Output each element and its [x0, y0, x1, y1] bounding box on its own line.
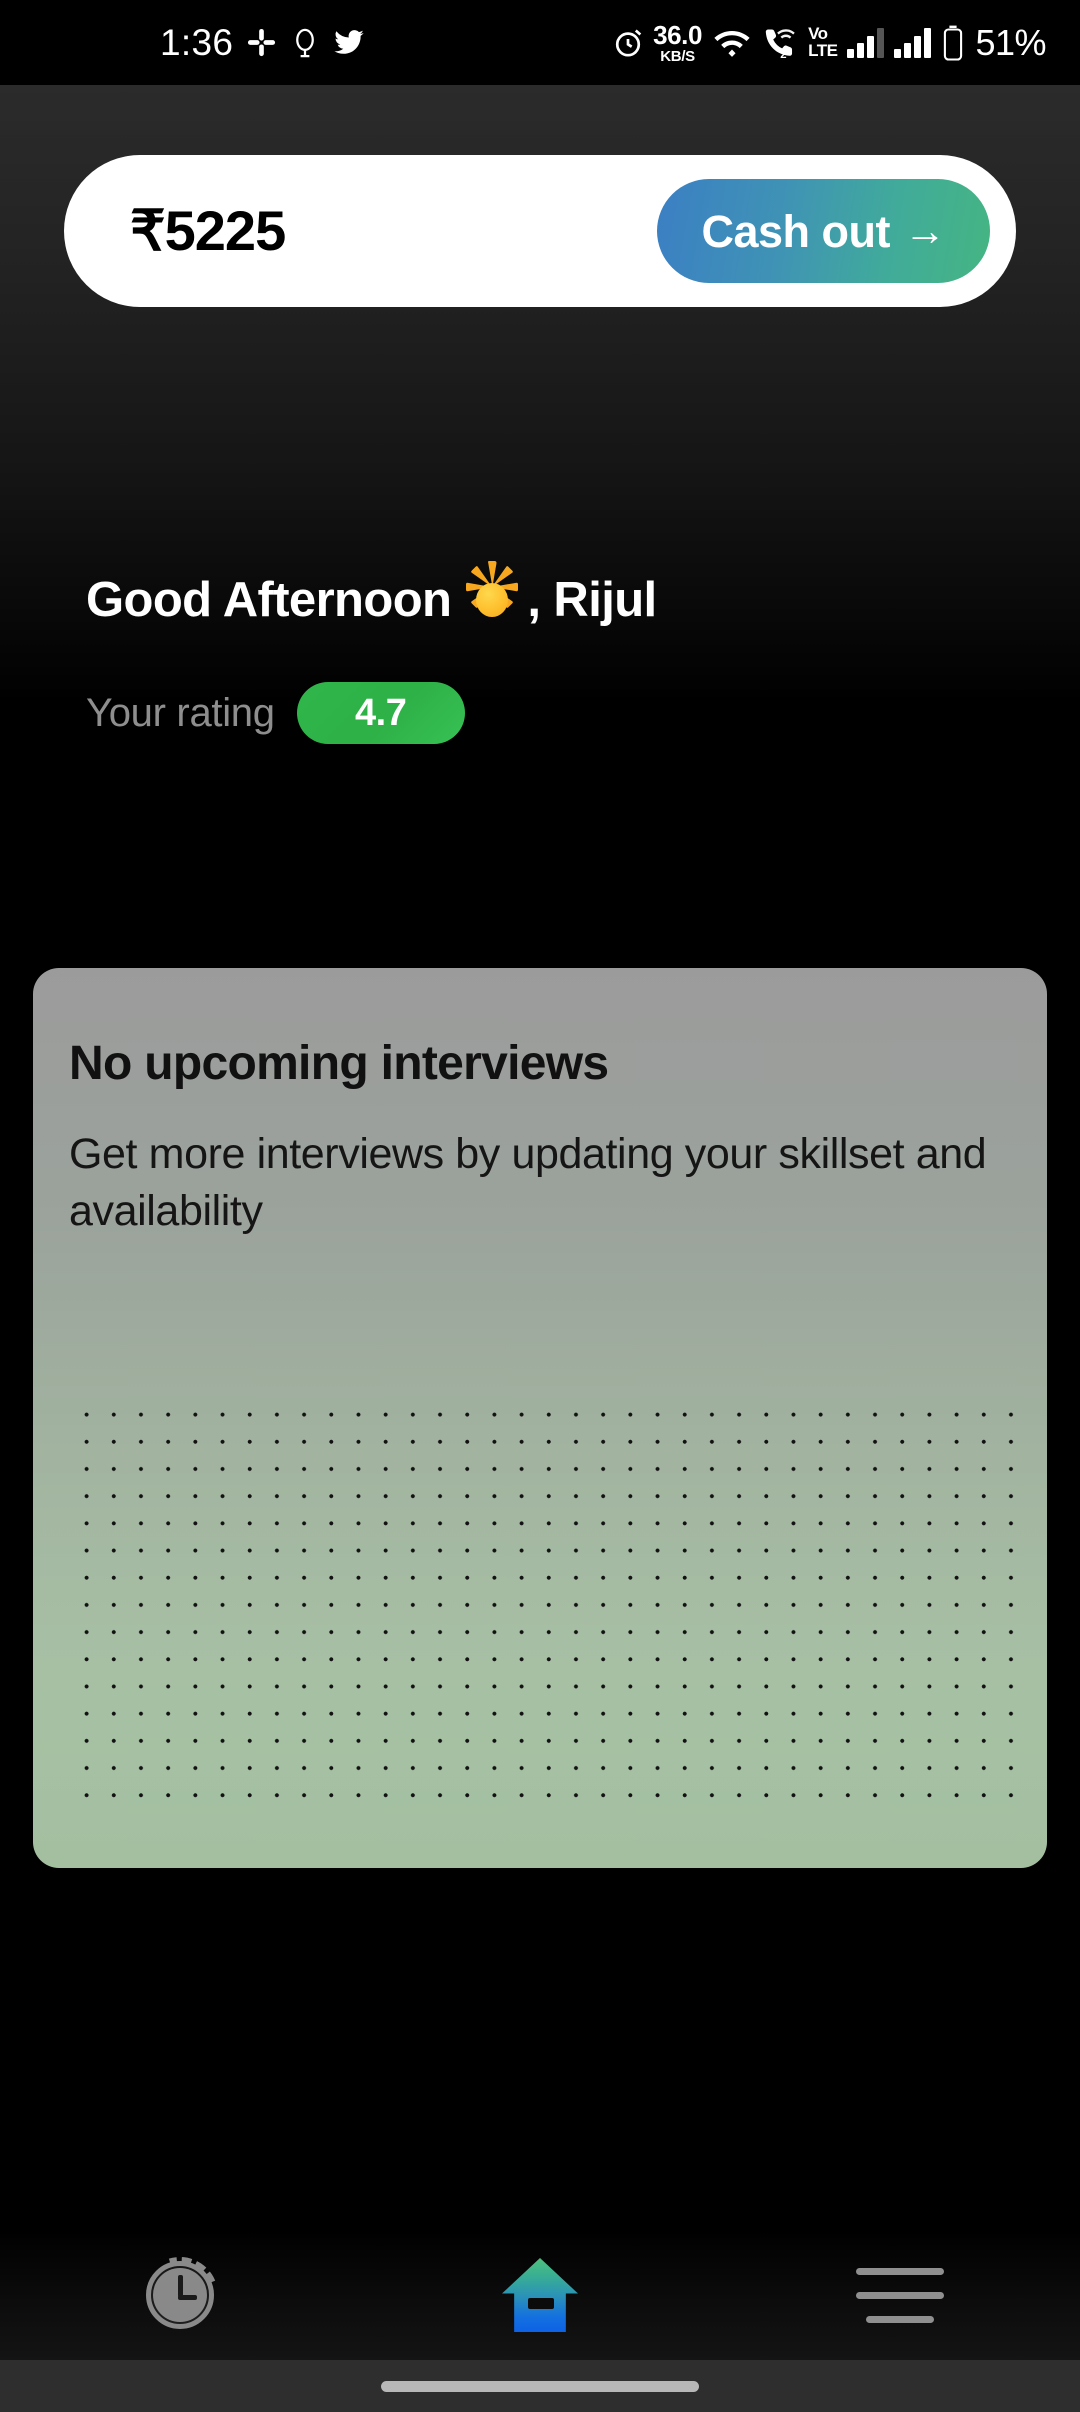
- app-screen: 1:36 36.0 KB/S 2 Vo LTE 51% ₹5225 Cash o…: [0, 0, 1080, 2412]
- alarm-clock-icon: [611, 26, 645, 60]
- nav-item-history[interactable]: [0, 2230, 360, 2360]
- sun-emoji: [465, 561, 519, 627]
- signal-bars-icon-sim1: [847, 27, 885, 58]
- card-title: No upcoming interviews: [69, 1037, 609, 1090]
- battery-icon: [941, 25, 965, 61]
- status-bar: 1:36 36.0 KB/S 2 Vo LTE 51%: [0, 0, 1080, 85]
- twitter-icon: [333, 27, 365, 59]
- network-speed: 36.0 KB/S: [653, 22, 702, 64]
- battery-percent: 51%: [975, 21, 1046, 63]
- hamburger-menu-icon: [856, 2267, 944, 2323]
- greeting-row: Good Afternoon , Rijul: [86, 561, 657, 627]
- dribbble-icon: [290, 28, 320, 58]
- nav-item-menu[interactable]: [720, 2230, 1080, 2360]
- wallet-card: ₹5225 Cash out →: [64, 155, 1016, 307]
- upcoming-interviews-card[interactable]: No upcoming interviews Get more intervie…: [33, 968, 1047, 1868]
- clock-history-icon: [128, 2243, 232, 2347]
- page-title: Good Afternoon , Rijul: [86, 561, 657, 627]
- arrow-right-icon: →: [904, 207, 946, 254]
- status-bar-left: 1:36: [0, 24, 365, 61]
- dot-pattern-decoration: [70, 1398, 1015, 1818]
- greeting-prefix: Good Afternoon: [86, 572, 452, 627]
- rating-label: Your rating: [86, 691, 275, 735]
- system-gesture-area: [0, 2360, 1080, 2412]
- network-speed-unit: KB/S: [660, 47, 695, 65]
- volte-indicator: Vo LTE: [808, 25, 838, 60]
- svg-text:2: 2: [780, 49, 786, 60]
- wifi-icon: [712, 26, 752, 60]
- status-time: 1:36: [160, 22, 234, 63]
- volte-line-2: LTE: [808, 40, 838, 60]
- wallet-balance: ₹5225: [130, 199, 286, 262]
- rating-row: Your rating 4.7: [86, 682, 465, 744]
- status-badge[interactable]: 4.7: [296, 682, 465, 744]
- network-speed-value: 36.0: [653, 19, 703, 50]
- bottom-nav-items: [0, 2230, 1080, 2360]
- call-wifi-icon: 2: [762, 26, 798, 60]
- rating-value: 4.7: [355, 692, 407, 734]
- signal-bars-icon-sim2: [894, 27, 932, 58]
- home-icon: [502, 2258, 578, 2332]
- cash-out-button[interactable]: Cash out →: [657, 179, 990, 283]
- cash-out-label: Cash out: [701, 205, 890, 257]
- home-gesture-bar[interactable]: [381, 2380, 699, 2392]
- nav-item-home[interactable]: [360, 2230, 720, 2360]
- slack-icon: [246, 27, 277, 58]
- card-subtitle: Get more interviews by updating your ski…: [69, 1130, 987, 1236]
- status-bar-right: 36.0 KB/S 2 Vo LTE 51%: [611, 22, 1046, 64]
- greeting-suffix: , Rijul: [527, 572, 657, 627]
